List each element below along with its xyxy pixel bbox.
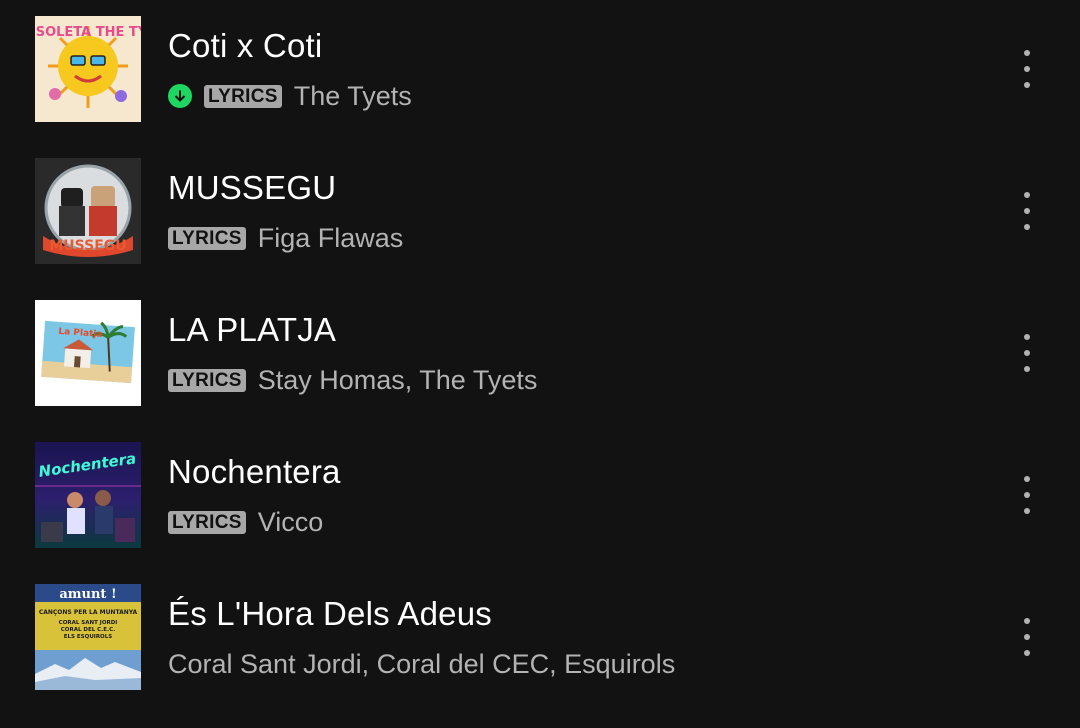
track-meta: LYRICS Stay Homas, The Tyets (168, 360, 537, 400)
album-art-mussegu[interactable]: MUSSEGU (35, 158, 141, 264)
album-art-image: Nochentera (35, 442, 141, 548)
more-dot-icon (1024, 82, 1030, 88)
track-row[interactable]: TOP SOLETA THE TYETS Coti x Coti LYRICS … (0, 0, 1080, 142)
more-dot-icon (1024, 650, 1030, 656)
album-art-la-platja[interactable]: La Platja (35, 300, 141, 406)
lyrics-badge: LYRICS (168, 368, 246, 392)
album-art-nochentera[interactable]: Nochentera (35, 442, 141, 548)
svg-text:TOP SOLETA THE TYETS: TOP SOLETA THE TYETS (35, 25, 141, 40)
svg-text:CORAL SANT JORDI: CORAL SANT JORDI (59, 620, 118, 626)
track-row[interactable]: MUSSEGU MUSSEGU LYRICS Figa Flawas (0, 142, 1080, 284)
more-dot-icon (1024, 350, 1030, 356)
album-art-image: La Platja (35, 300, 141, 406)
lyrics-badge: LYRICS (168, 510, 246, 534)
track-row[interactable]: Nochentera Nochentera LYRICS Vicco (0, 426, 1080, 568)
more-dot-icon (1024, 208, 1030, 214)
album-art-amunt[interactable]: amunt ! CANÇONS PER LA MUNTANYA CORAL SA… (35, 584, 141, 690)
more-dot-icon (1024, 492, 1030, 498)
more-dot-icon (1024, 634, 1030, 640)
more-dot-icon (1024, 618, 1030, 624)
more-dot-icon (1024, 366, 1030, 372)
track-meta: LYRICS Vicco (168, 502, 323, 542)
svg-text:MUSSEGU: MUSSEGU (49, 238, 126, 254)
track-artist[interactable]: Stay Homas, The Tyets (258, 360, 538, 400)
svg-text:CANÇONS PER LA MUNTANYA: CANÇONS PER LA MUNTANYA (39, 609, 138, 616)
more-options-button[interactable] (1012, 331, 1042, 375)
album-art-image: amunt ! CANÇONS PER LA MUNTANYA CORAL SA… (35, 584, 141, 690)
track-title[interactable]: MUSSEGU (168, 168, 336, 208)
svg-text:CORAL DEL C.E.C.: CORAL DEL C.E.C. (61, 627, 115, 633)
more-dot-icon (1024, 66, 1030, 72)
album-art-image: MUSSEGU (35, 158, 141, 264)
lyrics-badge: LYRICS (204, 84, 282, 108)
more-options-button[interactable] (1012, 47, 1042, 91)
more-options-button[interactable] (1012, 615, 1042, 659)
track-title[interactable]: És L'Hora Dels Adeus (168, 594, 492, 634)
track-artist[interactable]: Vicco (258, 502, 324, 542)
track-title[interactable]: LA PLATJA (168, 310, 336, 350)
more-options-button[interactable] (1012, 473, 1042, 517)
more-dot-icon (1024, 224, 1030, 230)
more-dot-icon (1024, 50, 1030, 56)
track-list: TOP SOLETA THE TYETS Coti x Coti LYRICS … (0, 0, 1080, 728)
track-row[interactable]: La Platja LA PLATJA LYRICS Stay Homas, T… (0, 284, 1080, 426)
track-row[interactable]: amunt ! CANÇONS PER LA MUNTANYA CORAL SA… (0, 568, 1080, 710)
svg-text:ELS ESQUIROLS: ELS ESQUIROLS (64, 634, 112, 640)
track-title[interactable]: Coti x Coti (168, 26, 322, 66)
more-options-button[interactable] (1012, 189, 1042, 233)
more-dot-icon (1024, 192, 1030, 198)
svg-text:amunt !: amunt ! (59, 587, 116, 602)
track-title[interactable]: Nochentera (168, 452, 341, 492)
more-dot-icon (1024, 508, 1030, 514)
track-meta: Coral Sant Jordi, Coral del CEC, Esquiro… (168, 644, 675, 684)
lyrics-badge: LYRICS (168, 226, 246, 250)
track-artist[interactable]: Figa Flawas (258, 218, 404, 258)
track-artist[interactable]: Coral Sant Jordi, Coral del CEC, Esquiro… (168, 644, 675, 684)
more-dot-icon (1024, 476, 1030, 482)
track-artist[interactable]: The Tyets (294, 76, 412, 116)
downloaded-icon (168, 84, 192, 108)
track-meta: LYRICS The Tyets (168, 76, 412, 116)
album-art-coti-x-coti[interactable]: TOP SOLETA THE TYETS (35, 16, 141, 122)
track-meta: LYRICS Figa Flawas (168, 218, 403, 258)
album-art-image: TOP SOLETA THE TYETS (35, 16, 141, 122)
more-dot-icon (1024, 334, 1030, 340)
